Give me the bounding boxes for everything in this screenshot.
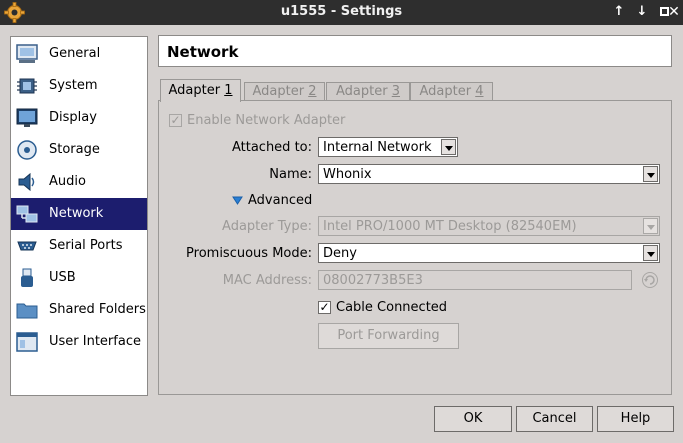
- promiscuous-mode-value: Deny: [323, 246, 357, 261]
- sidebar-item-shared-folders[interactable]: Shared Folders: [11, 294, 147, 326]
- sidebar-item-label: Serial Ports: [49, 238, 123, 253]
- sidebar-item-label: General: [49, 46, 101, 61]
- monitor-icon: [16, 108, 38, 127]
- tab-label-mnemonic: 3: [391, 84, 400, 99]
- window-titlebar: u1555 - Settings ↑ ↓ ✕: [0, 0, 683, 25]
- speaker-icon: [18, 172, 35, 192]
- sidebar-item-usb[interactable]: USB: [11, 262, 147, 294]
- sidebar-item-audio[interactable]: Audio: [11, 166, 147, 198]
- chip-icon: [17, 78, 37, 94]
- settings-sidebar: General System Display Storage Audio Net…: [10, 36, 148, 396]
- cable-connected-label: Cable Connected: [336, 300, 448, 315]
- sidebar-item-general[interactable]: General: [11, 38, 147, 70]
- sidebar-item-label: Shared Folders: [49, 302, 146, 317]
- sidebar-item-system[interactable]: System: [11, 70, 147, 102]
- help-button[interactable]: Help: [597, 406, 674, 432]
- cancel-button[interactable]: Cancel: [516, 406, 593, 432]
- page-title: Network: [167, 43, 239, 61]
- cable-connected-checkbox[interactable]: ✓: [318, 301, 331, 314]
- usb-icon: [21, 268, 33, 287]
- expand-arrow-icon[interactable]: [232, 196, 243, 205]
- mac-address-value: 08002773B5E3: [323, 273, 423, 288]
- tab-adapter-3[interactable]: Adapter 3: [326, 82, 410, 101]
- adapter-type-label: Adapter Type:: [222, 219, 312, 234]
- close-icon[interactable]: ✕: [665, 3, 683, 21]
- tab-label: Adapter: [419, 84, 476, 99]
- section-header: Network: [158, 35, 672, 67]
- chevron-down-icon: [643, 245, 658, 261]
- port-forwarding-button[interactable]: Port Forwarding: [318, 323, 459, 349]
- enable-adapter-checkbox[interactable]: ✓: [169, 114, 182, 127]
- advanced-toggle[interactable]: Advanced: [248, 193, 312, 208]
- name-value: Whonix: [323, 167, 372, 182]
- sidebar-item-storage[interactable]: Storage: [11, 134, 147, 166]
- name-label: Name:: [269, 167, 312, 182]
- sidebar-item-label: User Interface: [49, 334, 141, 349]
- serial-port-icon: [17, 241, 37, 251]
- window-title: u1555 - Settings: [280, 4, 403, 19]
- promiscuous-mode-select[interactable]: Deny: [318, 243, 660, 263]
- tab-adapter-1[interactable]: Adapter 1: [160, 79, 241, 102]
- sidebar-item-user-interface[interactable]: User Interface: [11, 326, 147, 358]
- adapter-type-value: Intel PRO/1000 MT Desktop (82540EM): [323, 219, 577, 234]
- sidebar-item-label: USB: [49, 270, 76, 285]
- mac-address-field[interactable]: 08002773B5E3: [318, 270, 632, 290]
- enable-adapter-label: Enable Network Adapter: [187, 113, 346, 128]
- folder-icon: [16, 303, 38, 319]
- window-icon: [16, 332, 38, 352]
- attached-to-value: Internal Network: [323, 140, 432, 155]
- sidebar-item-network[interactable]: Network: [11, 198, 147, 230]
- tab-label: Adapter: [336, 84, 392, 99]
- mac-address-label: MAC Address:: [222, 273, 312, 288]
- tab-adapter-2[interactable]: Adapter 2: [244, 82, 325, 101]
- sidebar-item-label: Network: [49, 206, 104, 221]
- tab-adapter-4[interactable]: Adapter 4: [410, 82, 493, 101]
- network-icon: [16, 205, 38, 223]
- tab-label: Adapter: [252, 84, 309, 99]
- chevron-down-icon: [643, 166, 658, 182]
- sidebar-item-label: Audio: [49, 174, 86, 189]
- tab-label-mnemonic: 1: [224, 83, 233, 98]
- sidebar-item-label: Display: [49, 110, 97, 125]
- promiscuous-mode-label: Promiscuous Mode:: [186, 246, 312, 261]
- attached-to-select[interactable]: Internal Network: [318, 137, 458, 157]
- attached-to-label: Attached to:: [231, 140, 312, 155]
- refresh-mac-icon[interactable]: [641, 271, 659, 289]
- keep-above-icon[interactable]: ↑: [610, 3, 628, 21]
- chevron-down-icon: [643, 218, 658, 234]
- chevron-down-icon: [441, 139, 456, 155]
- minimize-icon[interactable]: ↓: [633, 3, 651, 21]
- general-icon: [16, 44, 38, 63]
- sidebar-item-display[interactable]: Display: [11, 102, 147, 134]
- sidebar-item-serial-ports[interactable]: Serial Ports: [11, 230, 147, 262]
- adapter-type-select[interactable]: Intel PRO/1000 MT Desktop (82540EM): [318, 216, 660, 236]
- tab-label-mnemonic: 2: [308, 84, 317, 99]
- tab-label-mnemonic: 4: [475, 84, 484, 99]
- name-combo[interactable]: Whonix: [318, 164, 660, 184]
- sidebar-item-label: Storage: [49, 142, 100, 157]
- sidebar-item-label: System: [49, 78, 98, 93]
- ok-button[interactable]: OK: [434, 406, 512, 432]
- tab-label: Adapter: [168, 83, 225, 98]
- disk-icon: [17, 140, 37, 160]
